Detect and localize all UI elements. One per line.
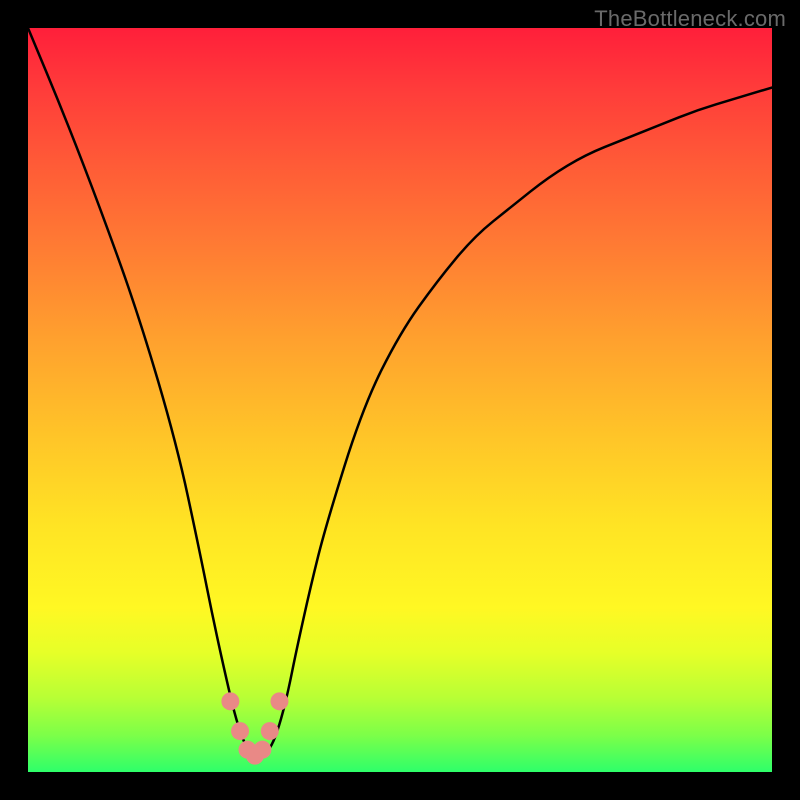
highlight-point <box>253 741 271 759</box>
chart-svg <box>28 28 772 772</box>
watermark-text: TheBottleneck.com <box>594 6 786 32</box>
chart-frame: TheBottleneck.com <box>0 0 800 800</box>
bottleneck-curve <box>28 28 772 756</box>
plot-area <box>28 28 772 772</box>
highlight-point <box>270 692 288 710</box>
highlight-point <box>221 692 239 710</box>
highlight-point <box>261 722 279 740</box>
highlight-markers <box>221 692 288 764</box>
highlight-point <box>231 722 249 740</box>
